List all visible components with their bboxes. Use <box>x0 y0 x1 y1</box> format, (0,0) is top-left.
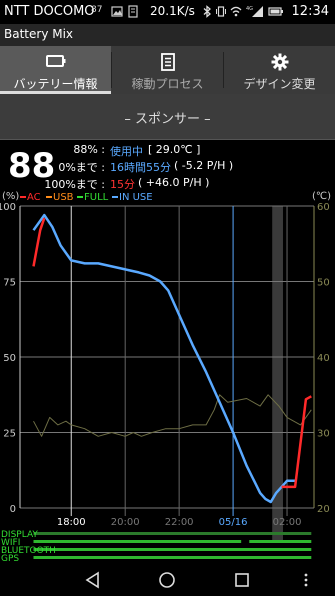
y-axis-right-tick: 30 <box>317 429 330 440</box>
x-axis-tick: 02:00 <box>273 517 302 528</box>
clock: 12:34 <box>291 4 329 19</box>
app-title: Battery Mix <box>4 27 74 41</box>
carrier-name: NTT DOCOMO <box>4 4 95 19</box>
home-icon[interactable] <box>158 571 176 589</box>
x-axis-tick: 18:00 <box>57 517 86 528</box>
notification-icon <box>128 5 138 18</box>
battery-status-icon <box>268 7 283 16</box>
battery-history-chart[interactable]: 100 60 75 50 50 40 25 30 0 20 18:00 20:00 22:00 05/16… <box>0 200 335 563</box>
battery-icon <box>45 55 65 67</box>
list-icon <box>160 53 175 71</box>
y-axis-right-tick: 20 <box>317 504 330 515</box>
sponsor-banner[interactable]: – スポンサー – <box>0 94 335 140</box>
charge-rate: ( +46.0 P/H ) <box>138 176 210 189</box>
status-bar: NTT DOCOMO 87 20.1K/s 4G 12:34 <box>0 0 335 24</box>
battery-status: 使用中 <box>110 145 143 158</box>
more-options-icon[interactable] <box>302 572 310 588</box>
battery-temperature: [ 29.0℃ ] <box>148 143 201 156</box>
y-axis-left-tick: 100 <box>0 202 16 213</box>
x-axis-tick: 05/16 <box>219 517 248 528</box>
app-title-bar: Battery Mix <box>0 24 335 46</box>
navigation-bar <box>0 563 335 596</box>
battery-ac-line-recent <box>281 395 312 489</box>
wifi-icon <box>230 6 242 17</box>
tab-bar: バッテリー情報 稼動プロセス デザイン変更 <box>0 46 335 94</box>
status-small-number: 87 <box>91 5 103 15</box>
x-axis-tick: 20:00 <box>111 517 140 528</box>
discharge-rate: ( -5.2 P/H ) <box>174 159 234 172</box>
battery-in-use-line <box>32 213 296 504</box>
status-row-bar <box>33 556 312 559</box>
y-axis-left-tick: 75 <box>3 278 16 289</box>
svg-text:4G: 4G <box>246 6 253 12</box>
tab-running-processes-label: 稼動プロセス <box>131 77 204 91</box>
status-row-bar <box>249 540 312 543</box>
y-axis-left-tick: 0 <box>10 504 16 515</box>
tab-running-processes[interactable]: 稼動プロセス <box>112 46 223 94</box>
y-axis-right-tick: 50 <box>317 278 330 289</box>
image-notification-icon <box>111 6 123 17</box>
time-to-empty-label: 0%まで : <box>58 161 105 174</box>
signal-strength-icon: 4G <box>246 6 263 17</box>
status-row-bar <box>33 532 312 535</box>
gear-icon <box>271 53 288 71</box>
tab-battery-info[interactable]: バッテリー情報 <box>0 46 111 94</box>
time-to-full-label: 100%まで : <box>44 178 105 191</box>
tab-design-change[interactable]: デザイン変更 <box>224 46 335 94</box>
x-axis-tick: 22:00 <box>165 517 194 528</box>
sponsor-label: – スポンサー – <box>124 112 211 127</box>
network-speed: 20.1K/s <box>150 4 195 18</box>
vibrate-icon <box>216 6 226 17</box>
battery-ac-line <box>32 217 46 267</box>
y-axis-right-tick: 60 <box>317 202 330 213</box>
bluetooth-icon <box>203 5 211 18</box>
status-row-bar <box>33 540 242 543</box>
time-to-full: 15分 <box>110 178 135 191</box>
tab-battery-info-label: バッテリー情報 <box>13 77 98 91</box>
back-icon[interactable] <box>84 571 102 589</box>
y-axis-left-tick: 50 <box>3 353 16 364</box>
y-axis-left-tick: 25 <box>3 429 16 440</box>
status-row-label: GPS <box>1 554 19 563</box>
recent-apps-icon[interactable] <box>233 571 251 589</box>
time-to-empty: 16時間55分 <box>110 161 171 174</box>
battery-percent-label: 88% : <box>73 143 105 156</box>
temperature-line <box>33 394 312 437</box>
y-axis-right-tick: 40 <box>317 353 330 364</box>
tab-design-change-label: デザイン変更 <box>243 77 316 91</box>
status-row-bar <box>33 548 312 551</box>
